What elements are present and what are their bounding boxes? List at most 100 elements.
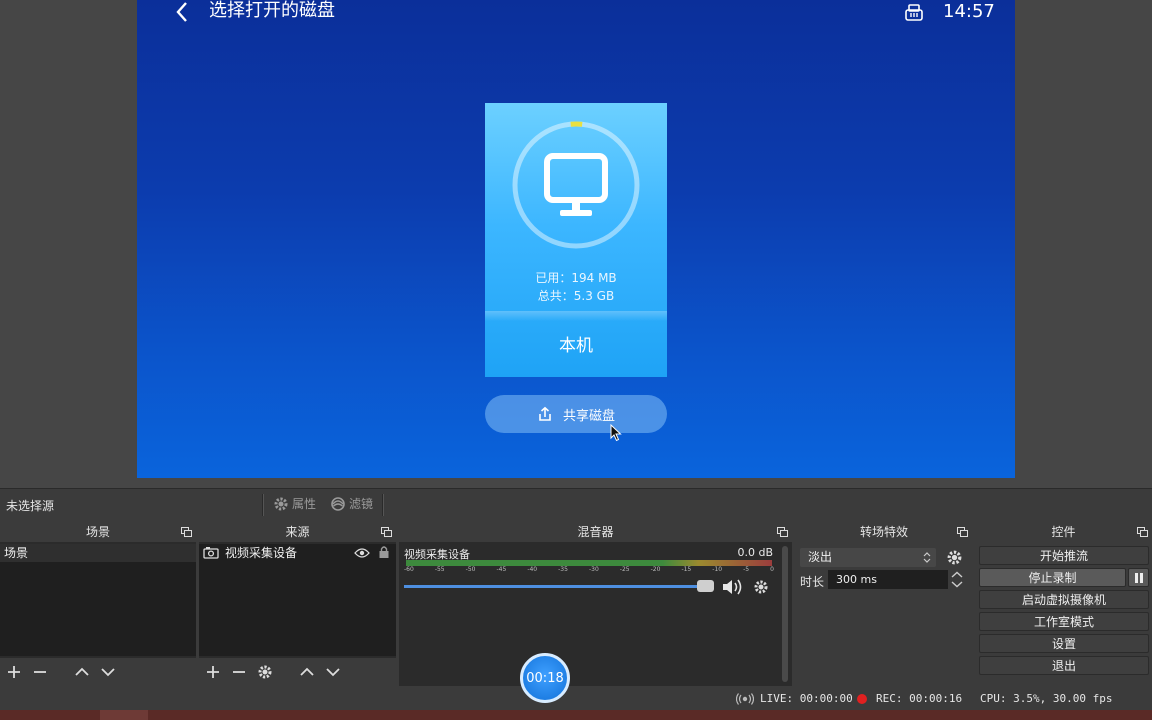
undock-icon[interactable]	[777, 527, 788, 537]
undock-icon[interactable]	[181, 527, 192, 537]
exit-button[interactable]: 退出	[979, 656, 1149, 675]
meter-tick-label: -15	[681, 566, 692, 573]
mixer-channel: 视频采集设备 0.0 dB -60 -55 -50 -45 -40 -35 -30 -25 -2…	[399, 544, 779, 686]
controls-title: 控件	[1051, 525, 1076, 539]
floating-timer-text: 00:18	[526, 670, 564, 686]
scenes-dock-title: 场景	[0, 522, 196, 542]
sources-title: 来源	[285, 525, 310, 539]
mixer-scrollbar[interactable]	[780, 544, 790, 686]
start-virtual-camera-button[interactable]: 启动虚拟摄像机	[979, 590, 1149, 609]
meter-tick-label: -5	[743, 566, 750, 573]
status-clock: 14:57	[943, 1, 995, 22]
properties-button[interactable]: 属性	[273, 495, 316, 512]
duration-spinner-icon[interactable]	[950, 570, 964, 589]
meter-tick-label: 0	[770, 566, 774, 573]
camera-icon	[203, 547, 219, 559]
scenes-dock: 场景 场景	[0, 522, 196, 686]
meter-tick-label: -30	[588, 566, 599, 573]
scene-item[interactable]: 场景	[0, 544, 196, 562]
gear-icon[interactable]	[946, 549, 963, 566]
transition-selected-value: 淡出	[808, 550, 833, 564]
filter-icon	[331, 496, 345, 511]
studio-mode-button[interactable]: 工作室模式	[979, 612, 1149, 631]
speaker-icon[interactable]	[721, 578, 745, 596]
meter-tick-label: -20	[650, 566, 661, 573]
disk-name: 本机	[559, 336, 593, 356]
transitions-dock: 转场特效 淡出 时长 300 ms	[796, 522, 972, 686]
meter-tick-label: -50	[465, 566, 476, 573]
sources-list[interactable]: 视频采集设备	[199, 544, 396, 656]
transition-select[interactable]: 淡出	[800, 548, 936, 567]
meter-tick-label: -25	[619, 566, 630, 573]
eye-icon[interactable]	[354, 547, 370, 559]
recording-timer: REC: 00:00:16	[876, 692, 963, 705]
undock-icon[interactable]	[957, 527, 968, 537]
duration-input[interactable]: 300 ms	[828, 570, 948, 589]
disk-card-local[interactable]: 已用：194 MB 总共：5.3 GB 本机	[485, 103, 667, 377]
recording-indicator	[857, 694, 867, 704]
meter-tick-label: -55	[434, 566, 445, 573]
meter-tick-label: -60	[404, 566, 414, 573]
disk-usage-ring	[512, 121, 640, 249]
gear-icon[interactable]	[257, 664, 273, 680]
gear-icon[interactable]	[753, 579, 769, 595]
os-taskbar	[0, 710, 1152, 720]
transitions-dock-title: 转场特效	[796, 522, 972, 542]
share-disk-button[interactable]: 共享磁盘	[485, 395, 667, 433]
duration-label: 时长	[800, 575, 825, 589]
status-bar: LIVE: 00:00:00 REC: 00:00:16 CPU: 3.5%, …	[0, 688, 1152, 710]
disk-used-text: 已用：194 MB	[535, 271, 617, 285]
taskbar-item[interactable]	[100, 710, 148, 720]
filters-button[interactable]: 滤镜	[330, 495, 373, 512]
meter-tick-label: -10	[712, 566, 723, 573]
mixer-db-readout: 0.0 dB	[737, 546, 773, 559]
card-divider	[485, 311, 667, 321]
live-timer: LIVE: 00:00:00	[760, 692, 853, 705]
gear-icon	[274, 497, 288, 510]
stop-recording-button[interactable]: 停止录制	[979, 568, 1126, 587]
scrollbar-thumb[interactable]	[782, 546, 788, 682]
start-streaming-button[interactable]: 开始推流	[979, 546, 1149, 565]
meter-tick-label: -40	[527, 566, 538, 573]
add-source-icon[interactable]	[205, 664, 221, 680]
lock-icon[interactable]	[378, 545, 390, 559]
settings-button[interactable]: 设置	[979, 634, 1149, 653]
volume-slider-handle[interactable]	[697, 580, 714, 592]
move-down-icon[interactable]	[325, 664, 341, 680]
page-title: 选择打开的磁盘	[209, 0, 335, 21]
move-up-icon[interactable]	[299, 664, 315, 680]
select-arrows-icon	[923, 552, 931, 563]
scenes-title: 场景	[85, 525, 110, 539]
meter-scale: -60 -55 -50 -45 -40 -35 -30 -25 -20 -15 -10 -5 0	[404, 566, 774, 573]
monitor-icon	[544, 153, 608, 216]
add-scene-icon[interactable]	[6, 664, 22, 680]
mixer-dock-title: 混音器	[399, 522, 792, 542]
move-up-icon[interactable]	[74, 664, 90, 680]
volume-slider-track[interactable]	[404, 585, 710, 588]
phone-mirror-screen: 选择打开的磁盘 14:57 已用：194 MB 总共：5.3 GB 本机 共享磁…	[137, 0, 1015, 478]
broadcast-icon	[736, 693, 754, 705]
mixer-title: 混音器	[577, 525, 614, 539]
source-item[interactable]: 视频采集设备	[199, 544, 396, 562]
screen: 选择打开的磁盘 14:57 已用：194 MB 总共：5.3 GB 本机 共享磁…	[0, 0, 1152, 720]
properties-label: 属性	[292, 497, 317, 511]
meter-tick-label: -45	[496, 566, 507, 573]
toolbar-separator	[262, 494, 264, 516]
sources-dock: 来源 视频采集设备	[199, 522, 396, 686]
undock-icon[interactable]	[1137, 527, 1148, 537]
scenes-toolbar	[0, 658, 196, 686]
back-arrow-icon[interactable]	[173, 0, 191, 24]
scenes-list[interactable]: 场景	[0, 544, 196, 656]
pause-recording-button[interactable]	[1128, 568, 1149, 587]
source-item-label: 视频采集设备	[225, 546, 298, 560]
sources-toolbar	[199, 658, 396, 686]
mouse-cursor-icon	[610, 424, 622, 442]
remove-source-icon[interactable]	[231, 664, 247, 680]
meter-tick-label: -35	[558, 566, 568, 573]
share-icon	[539, 406, 551, 421]
floating-record-timer[interactable]: 00:18	[520, 653, 570, 703]
share-disk-label: 共享磁盘	[562, 408, 615, 424]
remove-scene-icon[interactable]	[32, 664, 48, 680]
undock-icon[interactable]	[381, 527, 392, 537]
move-down-icon[interactable]	[100, 664, 116, 680]
